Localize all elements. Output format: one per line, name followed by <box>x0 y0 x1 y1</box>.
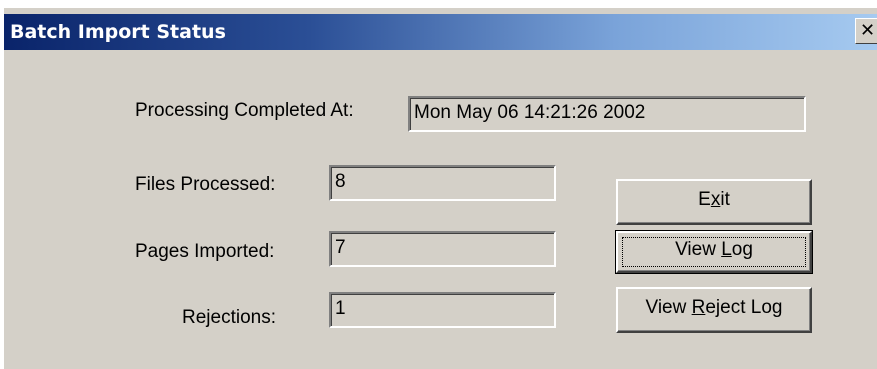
top-edge <box>0 0 877 14</box>
processing-completed-field: Mon May 06 14:21:26 2002 <box>408 96 806 132</box>
view-reject-log-button[interactable]: View Reject Log <box>616 287 812 333</box>
exit-button[interactable]: Exit <box>616 179 812 225</box>
window-title: Batch Import Status <box>10 21 226 43</box>
files-processed-label: Files Processed: <box>135 174 276 195</box>
left-edge <box>0 0 4 369</box>
files-processed-field: 8 <box>329 165 556 201</box>
close-icon: ✕ <box>860 20 876 40</box>
view-reject-log-button-label: View Reject Log <box>645 297 783 318</box>
focus-ring <box>622 237 806 267</box>
pages-imported-label: Pages Imported: <box>135 241 275 262</box>
pages-imported-field: 7 <box>329 231 556 267</box>
batch-import-status-dialog: Batch Import Status ✕ Processing Complet… <box>0 0 877 369</box>
processing-completed-label: Processing Completed At: <box>135 100 354 121</box>
title-bar[interactable]: Batch Import Status ✕ <box>4 14 877 50</box>
rejections-label: Rejections: <box>182 307 276 328</box>
view-log-button[interactable]: View Log <box>615 230 813 274</box>
close-button[interactable]: ✕ <box>855 18 877 44</box>
rejections-field: 1 <box>329 292 556 328</box>
exit-button-label: Exit <box>698 189 730 210</box>
